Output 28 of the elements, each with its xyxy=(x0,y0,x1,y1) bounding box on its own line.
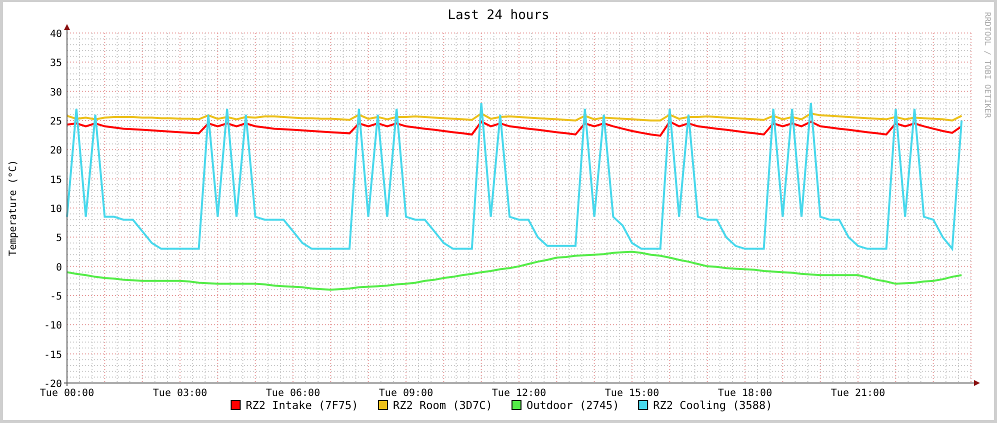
x-tick-label: Tue 18:00 xyxy=(718,388,772,399)
y-tick-label: 15 xyxy=(50,174,62,186)
y-tick-label: -15 xyxy=(44,350,62,361)
y-tick-label: -10 xyxy=(44,320,62,332)
y-tick-label: -20 xyxy=(44,379,62,390)
y-tick-label: 25 xyxy=(50,116,62,128)
legend-label: RZ2 Intake (7F75) xyxy=(246,399,358,412)
y-tick-label: 5 xyxy=(56,233,62,244)
y-tick-label: 0 xyxy=(56,262,62,274)
y-tick-label: 10 xyxy=(50,204,62,215)
y-tick-label: 30 xyxy=(50,87,62,98)
y-tick-label: 35 xyxy=(50,58,62,70)
x-tick-label: Tue 09:00 xyxy=(378,388,434,399)
legend-label: Outdoor (2745) xyxy=(526,399,620,412)
y-tick-label: 40 xyxy=(50,29,62,40)
x-tick-label: Tue 00:00 xyxy=(40,388,94,399)
y-tick-label: 20 xyxy=(50,146,62,157)
x-tick-label: Tue 06:00 xyxy=(266,388,320,399)
chart-title: Last 24 hours xyxy=(448,8,550,23)
x-tick-label: Tue 21:00 xyxy=(830,388,886,399)
x-tick-label: Tue 03:00 xyxy=(152,388,208,399)
legend-label: RZ2 Cooling (3588) xyxy=(653,399,772,412)
credit-text: RRDTOOL / TOBI OETIKER xyxy=(983,12,992,118)
y-tick-label: -5 xyxy=(50,292,62,302)
legend-label: RZ2 Room (3D7C) xyxy=(393,399,492,412)
x-tick-label: Tue 15:00 xyxy=(604,388,660,399)
x-tick-label: Tue 12:00 xyxy=(492,388,546,399)
y-axis-label: Temperature (°C) xyxy=(8,160,19,256)
